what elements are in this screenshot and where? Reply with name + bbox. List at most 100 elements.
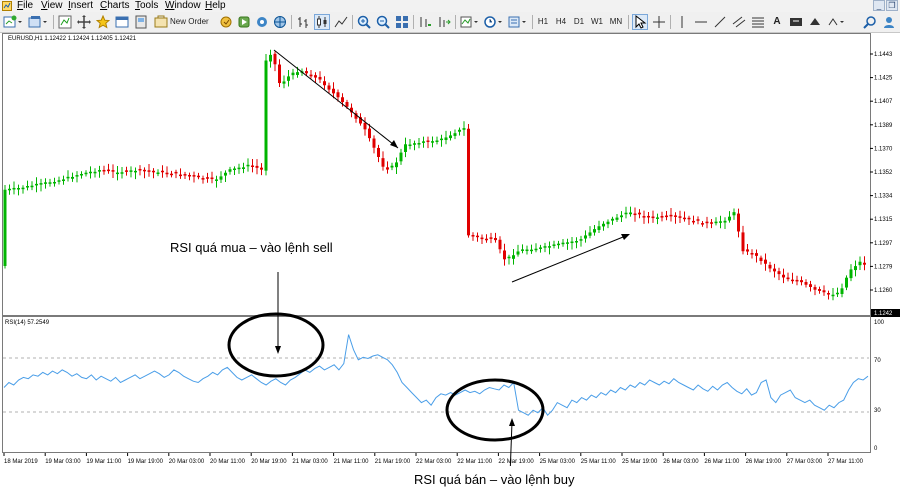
periods-button[interactable] (483, 14, 505, 30)
text-tool-button[interactable]: A (769, 14, 785, 30)
strategy-tester-button[interactable] (133, 14, 149, 30)
channel-tool-button[interactable] (731, 14, 747, 30)
time-tick-label: 25 Mar 19:00 (622, 459, 658, 465)
fibonacci-tool-button[interactable] (750, 14, 766, 30)
toolbar-separator (670, 15, 671, 29)
candle-body (818, 289, 821, 291)
menu-tools[interactable]: Tools (135, 0, 158, 12)
zoom-in-button[interactable] (356, 14, 372, 30)
period-h4-button[interactable]: H4 (553, 14, 569, 30)
time-tick-label: 22 Mar 11:00 (457, 459, 493, 465)
data-window-button[interactable] (76, 14, 92, 30)
crosshair-tool-button[interactable] (651, 14, 667, 30)
metaeditor-button[interactable] (218, 14, 234, 30)
candle-body (539, 247, 542, 249)
signals-button[interactable] (254, 14, 270, 30)
trendline-tool-button[interactable] (712, 14, 728, 30)
menu-help[interactable]: Help (205, 0, 226, 12)
candle-body (584, 235, 587, 239)
new-chart-button[interactable] (2, 14, 24, 30)
candle-body (575, 241, 578, 243)
candle-body (309, 74, 313, 77)
candle-body (296, 72, 299, 75)
chart-canvas[interactable]: 1.1242 1.14431.14251.14071.13891.13701.1… (0, 33, 900, 466)
candle-body (206, 177, 209, 179)
time-tick-label: 26 Mar 03:00 (663, 459, 699, 465)
candle-body (602, 223, 605, 227)
candle-body (548, 246, 551, 248)
candle-body (242, 167, 245, 169)
menu-file[interactable]: File (17, 0, 33, 12)
vertical-line-tool-button[interactable] (674, 14, 690, 30)
candlestick-icon (317, 16, 327, 28)
market-button[interactable] (272, 14, 288, 30)
text-label-icon (790, 18, 802, 26)
indicators-button[interactable] (459, 14, 481, 30)
candle-body (102, 169, 106, 172)
rsi-axis: 100 70 30 0 (874, 320, 885, 452)
candle-body (138, 168, 142, 171)
candle-body (192, 175, 196, 177)
time-tick-label: 26 Mar 19:00 (746, 459, 782, 465)
menu-insert[interactable]: Insert (68, 0, 93, 12)
candle-body (336, 92, 340, 98)
candle-body (462, 128, 466, 130)
bar-chart-button[interactable] (295, 14, 311, 30)
cursor-tool-button[interactable] (632, 14, 648, 30)
candle-body (831, 294, 835, 297)
candle-body (476, 235, 479, 238)
period-w1-button[interactable]: W1 (589, 14, 605, 30)
tile-windows-button[interactable] (394, 14, 410, 30)
arrows-menu-button[interactable] (826, 14, 848, 30)
line-chart-button[interactable] (333, 14, 349, 30)
chart-shift-button[interactable] (417, 14, 433, 30)
candle-body (683, 217, 686, 220)
navigator-button[interactable] (95, 14, 111, 30)
candle-body (291, 72, 295, 76)
menu-view[interactable]: View (41, 0, 63, 12)
candle-body (17, 188, 20, 190)
new-order-button[interactable]: New Order (152, 14, 216, 30)
horizontal-line-tool-button[interactable] (693, 14, 709, 30)
menu-window[interactable]: Window (165, 0, 201, 12)
zoom-in-icon (357, 15, 371, 29)
autoscroll-button[interactable] (436, 14, 452, 30)
candle-body (737, 213, 740, 232)
chart-shift-icon (420, 17, 431, 27)
arrow-up-tool-button[interactable] (807, 14, 823, 30)
time-tick-label: 22 Mar 03:00 (416, 459, 452, 465)
autotrading-button[interactable] (236, 14, 252, 30)
candle-body (849, 269, 853, 279)
candle-body (386, 167, 389, 170)
candle-body (804, 282, 808, 285)
period-mn-button[interactable]: MN (607, 14, 625, 30)
candle-body (692, 220, 695, 223)
candle-body (471, 235, 475, 237)
menu-charts[interactable]: Charts (100, 0, 129, 12)
templates-button[interactable] (507, 14, 529, 30)
profiles-button[interactable] (27, 14, 49, 30)
candle-body (597, 226, 601, 230)
period-h1-button[interactable]: H1 (535, 14, 551, 30)
search-button[interactable] (862, 14, 878, 30)
candle-body (764, 259, 767, 264)
period-d1-button[interactable]: D1 (571, 14, 587, 30)
restore-icon[interactable]: ❐ (886, 0, 898, 11)
community-button[interactable] (881, 14, 897, 30)
candle-body (80, 173, 83, 176)
time-tick-label: 27 Mar 11:00 (828, 459, 864, 465)
candle-body (566, 242, 569, 244)
horizontal-line-icon (695, 21, 707, 23)
text-label-tool-button[interactable] (788, 14, 804, 30)
minimize-icon[interactable]: _ (873, 0, 885, 11)
candle-body (129, 170, 133, 172)
autotrading-icon (238, 16, 250, 28)
zoom-out-button[interactable] (375, 14, 391, 30)
toolbar-separator (53, 15, 54, 29)
candlestick-chart-button[interactable] (314, 14, 330, 30)
time-tick-label: 21 Mar 11:00 (334, 459, 370, 465)
terminal-button[interactable] (114, 14, 130, 30)
candle-body (323, 81, 326, 86)
candle-body (197, 175, 200, 178)
market-watch-button[interactable] (57, 14, 73, 30)
